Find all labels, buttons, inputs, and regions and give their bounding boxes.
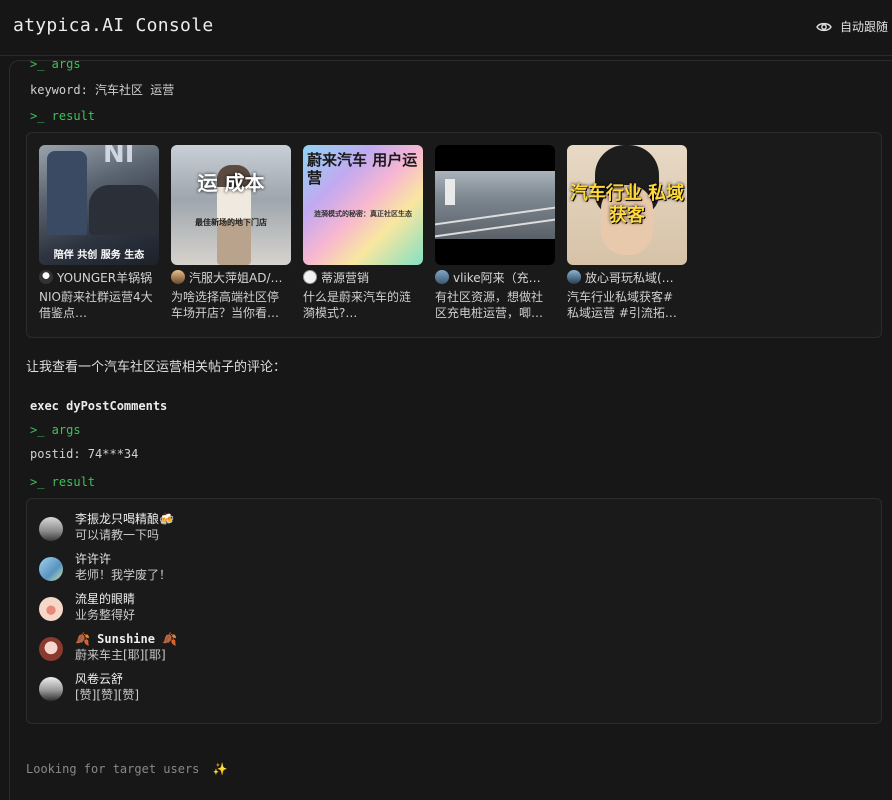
post-thumbnail[interactable]: 蔚来汽车 用户运营 涟漪模式的秘密：真正社区生态 [303,145,423,265]
post-card[interactable]: NI 陪伴 共创 服务 生态 YOUNGER羊锅锅 NIO蔚来社群运营4大借鉴点… [39,145,159,321]
avatar [435,270,449,284]
post-thumbnail[interactable]: 运 成本 最佳新场的地下门店 [171,145,291,265]
post-card[interactable]: 运 成本 最佳新场的地下门店 汽服大萍姐AD/… 为啥选择高端社区停车场开店？当… [171,145,291,321]
args-tag: >_ args [30,57,81,71]
auto-follow-toggle[interactable]: 自动跟随 [816,18,888,35]
comment-item: 许许许 老师！我学废了！ [39,551,171,583]
post-author: 放心哥玩私域(… [567,269,687,285]
post-description: 汽车行业私域获客#私域运营 #引流拓… [567,290,677,320]
post-author: 蒂源营销 [303,269,423,285]
post-cover-subtext: 涟漪模式的秘密：真正社区生态 [314,210,412,218]
comment-item: 流星的眼睛 业务整得好 [39,591,135,623]
comment-text: 业务整得好 [75,608,136,622]
avatar [39,557,63,581]
comment-author: 李振龙只喝精酿🍻 [75,512,174,526]
post-author: YOUNGER羊锅锅 [39,269,159,285]
status-line: Looking for target users ✨ [26,762,228,776]
comment-item: 李振龙只喝精酿🍻 可以请教一下吗 [39,511,174,543]
sparkle-icon: ✨ [212,762,228,776]
avatar [567,270,581,284]
avatar [39,270,53,284]
exec-label: exec dyPostComments [30,399,168,413]
post-author: 汽服大萍姐AD/… [171,269,291,285]
post-card[interactable]: 汽车行业 私域获客 放心哥玩私域(… 汽车行业私域获客#私域运营 #引流拓… [567,145,687,321]
args-text: postid: 74***34 [30,447,139,461]
post-card[interactable]: 蔚来汽车 用户运营 涟漪模式的秘密：真正社区生态 蒂源营销 什么是蔚来汽车的涟漪… [303,145,423,321]
post-description: 什么是蔚来汽车的涟漪模式?… [303,290,412,320]
post-thumbnail[interactable]: 汽车行业 私域获客 [567,145,687,265]
result-tag: >_ result [30,475,96,489]
avatar [39,637,63,661]
comment-item: 🍂 Sunshine 🍂 蔚来车主[耶][耶] [39,631,177,663]
comment-item: 风卷云舒 [赞][赞][赞] [39,671,139,703]
comment-author: 🍂 Sunshine 🍂 [75,632,178,646]
post-author: vlike阿来（充… [435,269,555,285]
result-tag: >_ result [30,109,96,123]
comment-text: [赞][赞][赞] [75,688,140,702]
post-cover-text: 运 成本 [197,171,265,195]
comment-text: 老师！我学废了！ [75,568,172,582]
status-text: Looking for target users [26,762,200,776]
args-tag: >_ args [30,423,81,437]
post-description: 有社区资源，想做社区充电桩运营，唧… [435,290,544,320]
avatar [39,517,63,541]
post-thumbnail[interactable]: NI 陪伴 共创 服务 生态 [39,145,159,265]
comment-text: 可以请教一下吗 [75,528,160,542]
search-result-box: NI 陪伴 共创 服务 生态 YOUNGER羊锅锅 NIO蔚来社群运营4大借鉴点… [26,132,882,338]
comments-result-box: 李振龙只喝精酿🍻 可以请教一下吗 许许许 老师！我学废了！ 流星的眼睛 业务整得… [26,498,882,724]
app-title: atypica.AI Console [13,15,214,36]
post-cover-text: 汽车行业 私域获客 [569,183,685,226]
post-cover-text: 蔚来汽车 用户运营 [307,151,418,187]
assistant-message: 让我查看一个汽车社区运营相关帖子的评论： [26,360,287,375]
avatar [39,597,63,621]
post-description: 为啥选择高端社区停车场开店？当你看… [171,290,280,320]
top-bar: atypica.AI Console 自动跟随 [0,0,892,56]
post-cover-subtext: 最佳新场的地下门店 [195,218,267,227]
post-thumbnail[interactable] [435,145,555,265]
auto-follow-label: 自动跟随 [839,20,888,34]
comment-author: 风卷云舒 [75,672,124,686]
comment-author: 流星的眼睛 [75,592,136,606]
post-card[interactable]: vlike阿来（充… 有社区资源，想做社区充电桩运营，唧… [435,145,555,321]
avatar [39,677,63,701]
avatar [171,270,185,284]
eye-icon [816,22,832,31]
comment-author: 许许许 [75,552,112,566]
args-text: keyword: 汽车社区 运营 [30,83,175,97]
post-description: NIO蔚来社群运营4大借鉴点… [39,290,153,320]
comment-text: 蔚来车主[耶][耶] [75,648,166,662]
avatar [303,270,317,284]
post-cover-text: 陪伴 共创 服务 生态 [53,250,145,261]
